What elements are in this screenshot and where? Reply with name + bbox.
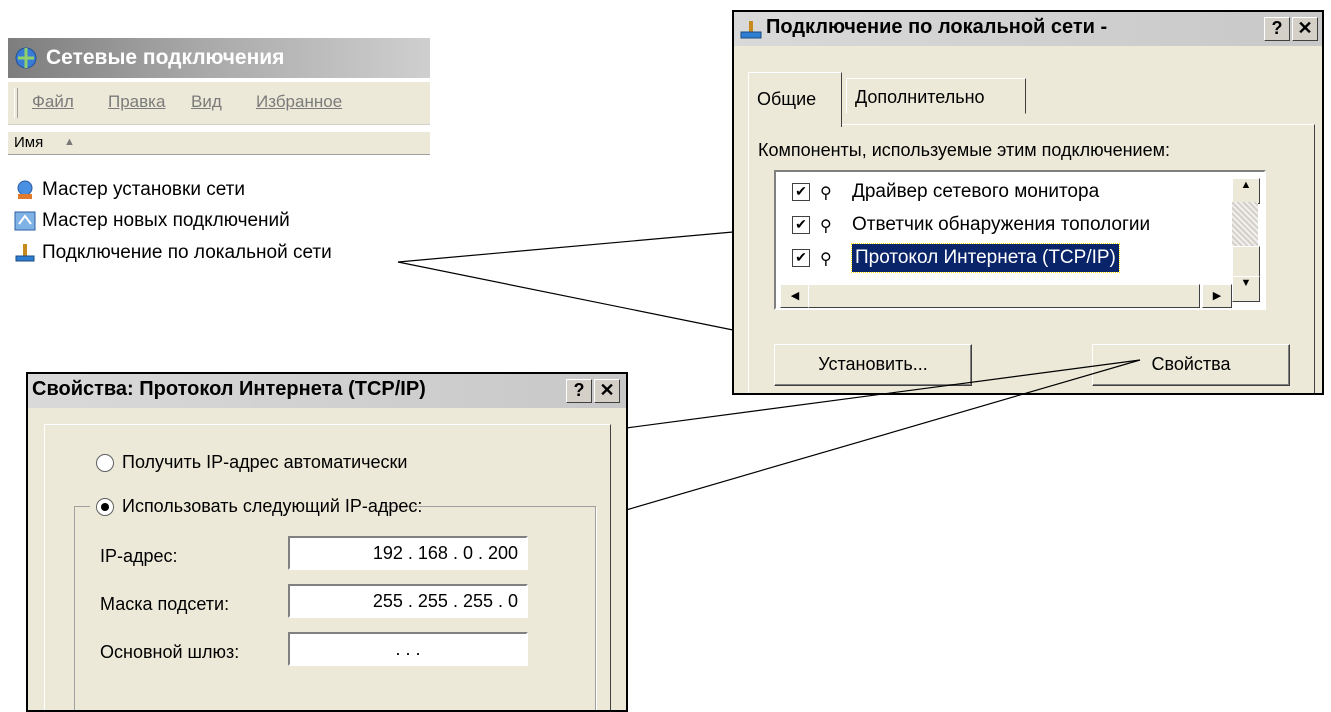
scroll-left-arrow-icon[interactable]: ◀ bbox=[780, 284, 810, 308]
menu-favorites[interactable]: Избранное bbox=[256, 92, 342, 112]
scroll-right-arrow-icon[interactable]: ▶ bbox=[1202, 284, 1232, 308]
dialog-title: Подключение по локальной сети - bbox=[766, 16, 1108, 38]
lan-connection-icon bbox=[15, 244, 35, 262]
column-header-name[interactable]: Имя ▲ bbox=[8, 131, 430, 155]
install-button[interactable]: Установить... bbox=[774, 344, 972, 386]
checkbox-checked[interactable]: ✔ bbox=[792, 249, 810, 267]
tab-label: Дополнительно bbox=[855, 87, 985, 107]
tcpip-properties-dialog: Свойства: Протокол Интернета (TCP/IP) ? … bbox=[26, 372, 628, 712]
network-component-icon: ⚲ bbox=[820, 185, 832, 202]
scrollbar-track[interactable] bbox=[1232, 202, 1258, 246]
menu-bar: Файл Правка Вид Избранное bbox=[8, 82, 430, 125]
ip-address-field[interactable]: 192 . 168 . 0 . 200 bbox=[288, 536, 528, 570]
properties-button[interactable]: Свойства bbox=[1092, 344, 1290, 386]
radio-auto-ip-label[interactable]: Получить IP-адрес автоматически bbox=[122, 452, 408, 473]
close-button[interactable]: ✕ bbox=[1292, 17, 1318, 41]
scroll-up-arrow-icon[interactable]: ▲ bbox=[1232, 178, 1260, 204]
menu-view[interactable]: Вид bbox=[191, 92, 222, 112]
connector-line bbox=[397, 261, 734, 331]
dialog-title: Свойства: Протокол Интернета (TCP/IP) bbox=[32, 378, 426, 400]
network-wizard-icon bbox=[17, 180, 33, 199]
checkbox-checked[interactable]: ✔ bbox=[792, 216, 810, 234]
ip-address-label: IP-адрес: bbox=[100, 546, 178, 566]
window-title: Сетевые подключения bbox=[46, 46, 285, 69]
component-label: Ответчик обнаружения топологии bbox=[852, 214, 1151, 235]
horizontal-scrollbar-thumb[interactable] bbox=[808, 284, 1200, 308]
new-connection-wizard-icon bbox=[14, 211, 36, 231]
radio-auto-ip[interactable] bbox=[96, 454, 114, 472]
default-gateway-label: Основной шлюз: bbox=[100, 642, 240, 662]
lan-connection-icon bbox=[740, 21, 762, 39]
scroll-down-arrow-icon[interactable]: ▼ bbox=[1232, 276, 1260, 302]
connector-line bbox=[397, 231, 734, 263]
sort-ascending-icon: ▲ bbox=[64, 136, 75, 148]
scrollbar-thumb[interactable] bbox=[1232, 246, 1260, 278]
default-gateway-field[interactable]: . . . bbox=[288, 632, 528, 666]
menu-edit[interactable]: Правка bbox=[108, 92, 165, 112]
list-item-label: Подключение по локальной сети bbox=[42, 242, 332, 263]
close-button[interactable]: ✕ bbox=[594, 379, 620, 403]
component-label: Драйвер сетевого монитора bbox=[852, 181, 1100, 202]
radio-selected-dot bbox=[101, 503, 109, 511]
list-item-label: Мастер установки сети bbox=[42, 179, 245, 200]
dialog-titlebar[interactable]: Свойства: Протокол Интернета (TCP/IP) ? … bbox=[28, 374, 626, 408]
menu-file[interactable]: Файл bbox=[32, 92, 74, 112]
radio-manual-ip[interactable] bbox=[96, 498, 114, 516]
toolbar-grip[interactable] bbox=[14, 88, 18, 118]
lan-connection-properties-dialog: Подключение по локальной сети - ? ✕ Общи… bbox=[732, 10, 1324, 395]
network-component-icon: ⚲ bbox=[820, 218, 832, 235]
help-button[interactable]: ? bbox=[566, 379, 592, 403]
tab-general[interactable]: Общие bbox=[748, 72, 842, 127]
help-button[interactable]: ? bbox=[1264, 17, 1290, 41]
component-label: Протокол Интернета (TCP/IP) bbox=[851, 243, 1120, 273]
window-titlebar[interactable]: Сетевые подключения bbox=[8, 38, 430, 78]
network-component-icon: ⚲ bbox=[820, 251, 832, 268]
dialog-titlebar[interactable]: Подключение по локальной сети - ? ✕ bbox=[734, 12, 1322, 46]
checkbox-checked[interactable]: ✔ bbox=[792, 183, 810, 201]
network-connections-icon bbox=[15, 47, 37, 69]
column-header-label: Имя bbox=[14, 134, 44, 151]
list-item-label: Мастер новых подключений bbox=[42, 210, 290, 231]
tab-label: Общие bbox=[757, 89, 817, 109]
network-connections-window: Сетевые подключения Файл Правка Вид Избр… bbox=[8, 38, 430, 280]
tab-advanced[interactable]: Дополнительно bbox=[846, 78, 1026, 114]
radio-manual-ip-label[interactable]: Использовать следующий IP-адрес: bbox=[122, 496, 422, 517]
components-list[interactable]: ✔ ⚲ Драйвер сетевого монитора ✔ ⚲ Ответч… bbox=[774, 170, 1266, 310]
components-label: Компоненты, используемые этим подключени… bbox=[758, 140, 1170, 160]
subnet-mask-field[interactable]: 255 . 255 . 255 . 0 bbox=[288, 584, 528, 618]
subnet-mask-label: Маска подсети: bbox=[100, 594, 230, 614]
